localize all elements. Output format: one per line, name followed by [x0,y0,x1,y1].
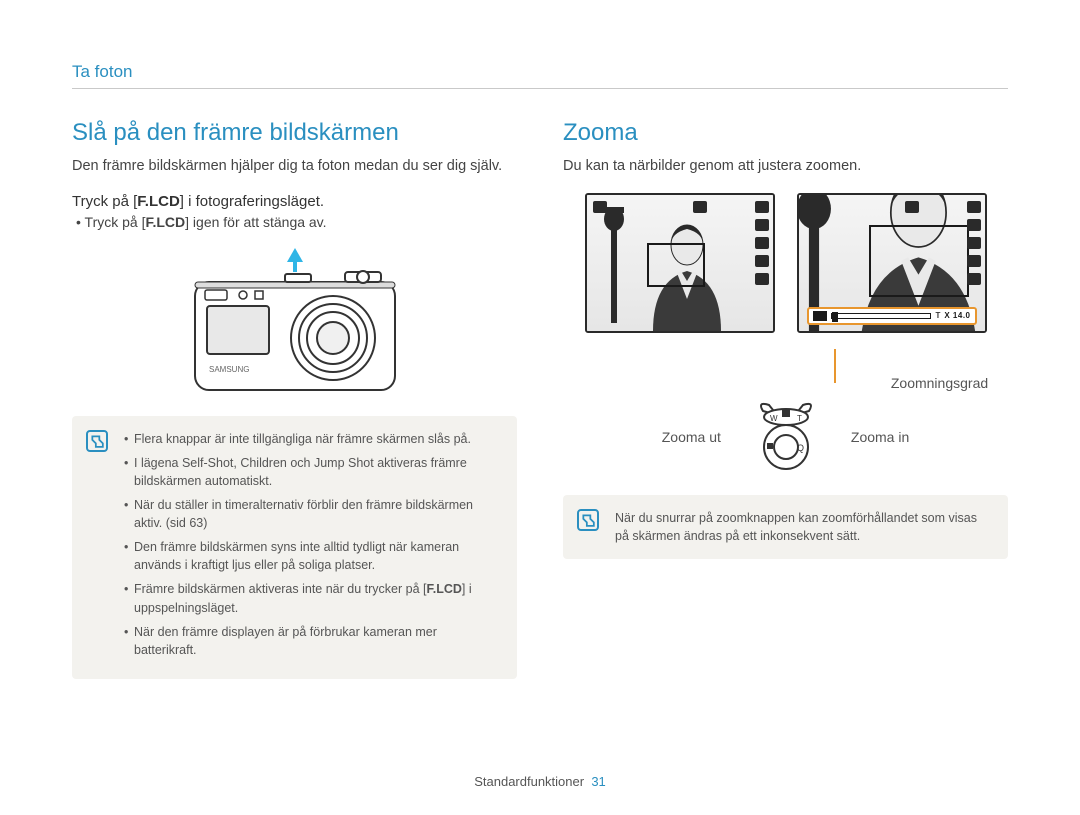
zoom-bar-box [813,311,827,321]
sub-post: ] igen för att stänga av. [185,214,326,230]
instruction-sub: Tryck på [F.LCD] igen för att stänga av. [76,214,517,230]
top-icons [805,201,919,213]
zoom-t-icon: T [935,311,940,320]
left-intro: Den främre bildskärmen hjälper dig ta fo… [72,157,517,177]
zoom-out-label: Zooma ut [662,429,721,445]
camera-illustration: SAMSUNG [165,248,425,398]
af-frame [647,243,705,287]
screen-zoom: T X 14.0 [797,193,987,333]
list-item: När du ställer in timeralternativ förbli… [124,496,499,532]
list-item: I lägena Self-Shot, Children och Jump Sh… [124,454,499,490]
lamp-icon [599,205,629,323]
note-icon [577,509,599,531]
note-icon [86,430,108,452]
step-key: F.LCD [137,193,180,210]
sub-pre: Tryck på [ [85,214,146,230]
right-intro: Du kan ta närbilder genom att justera zo… [563,157,1008,177]
list-item: Den främre bildskärmen syns inte alltid … [124,538,499,574]
zoom-bar-track [831,313,932,319]
zoom-control-row: Zooma ut W T Q Zooma in [563,401,1008,473]
status-icon [693,201,707,213]
svg-text:T: T [797,414,802,423]
size-icon [755,219,769,231]
sub-key: F.LCD [145,214,185,230]
callout-line [834,349,836,383]
left-note-box: Flera knappar är inte tillgängliga när f… [72,416,517,679]
page-number: 31 [591,774,605,789]
zoom-screens: T X 14.0 [563,193,1008,333]
step-pre: Tryck på [ [72,193,137,210]
stab-icon [967,255,981,267]
list-item: Flera knappar är inte tillgängliga när f… [124,430,499,448]
right-column: Zooma Du kan ta närbilder genom att just… [563,119,1008,679]
zoom-in-label: Zooma in [851,429,909,445]
zoom-dial-icon: W T Q [747,401,825,473]
instruction-step: Tryck på [F.LCD] i fotograferingsläget. [72,193,517,210]
zoom-illustration-wrap: T X 14.0 Zoomningsgrad [563,193,1008,391]
left-heading: Slå på den främre bildskärmen [72,119,517,147]
right-note-box: När du snurrar på zoomknappen kan zoomfö… [563,495,1008,559]
macro-icon [755,273,769,285]
battery-icon [755,201,769,213]
left-column: Slå på den främre bildskärmen Den främre… [72,119,517,679]
left-notes-list: Flera knappar är inte tillgängliga när f… [124,430,499,659]
step-post: ] i fotograferingsläget. [180,193,324,210]
section-label: Ta foton [72,62,1008,82]
list-item: När den främre displayen är på förbrukar… [124,623,499,659]
flash-icon [967,237,981,249]
right-icons [967,201,981,285]
status-icon [905,201,919,213]
page-footer: Standardfunktioner 31 [0,774,1080,789]
list-item: Främre bildskärmen aktiveras inte när du… [124,580,499,616]
section-rule [72,88,1008,89]
svg-text:Q: Q [797,443,804,453]
note-key: F.LCD [426,582,461,596]
battery-icon [967,201,981,213]
zoom-grade-label: Zoomningsgrad [871,375,1008,391]
af-frame [869,225,969,297]
size-icon [967,219,981,231]
mode-icon [593,201,607,213]
mode-icon [805,201,819,213]
note-pre: Främre bildskärmen aktiveras inte när du… [134,582,426,596]
screen-wide [585,193,775,333]
right-heading: Zooma [563,119,1008,147]
macro-icon [967,273,981,285]
two-column-layout: Slå på den främre bildskärmen Den främre… [72,119,1008,679]
right-note-text: När du snurrar på zoomknappen kan zoomfö… [615,509,990,545]
footer-label: Standardfunktioner [474,774,584,789]
flash-icon [755,237,769,249]
svg-text:W: W [770,414,778,423]
top-icons [593,201,707,213]
zoom-bar: T X 14.0 [807,307,977,325]
right-icons [755,201,769,285]
stab-icon [755,255,769,267]
zoom-ratio-text: X 14.0 [944,311,970,320]
svg-text:SAMSUNG: SAMSUNG [209,365,249,374]
